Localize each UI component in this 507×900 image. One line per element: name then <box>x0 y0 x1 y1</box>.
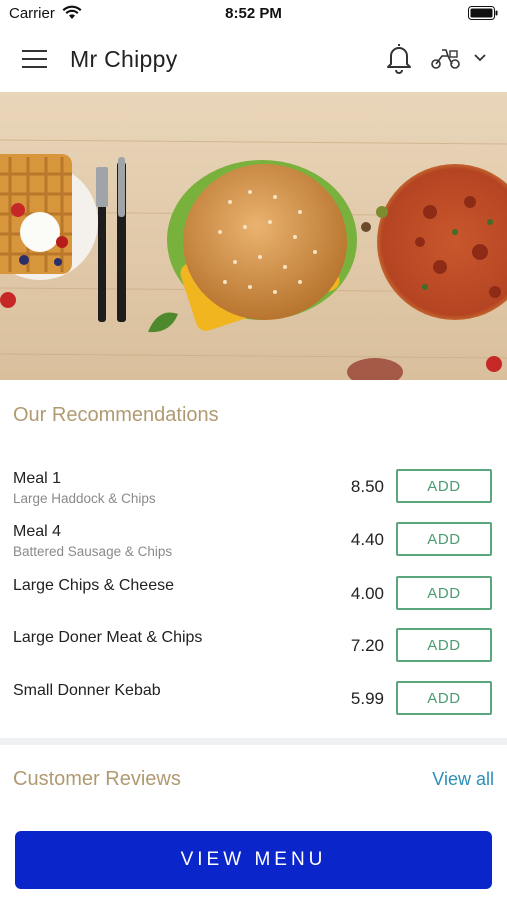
recommendations-title: Our Recommendations <box>13 404 219 426</box>
hamburger-menu-icon[interactable] <box>22 48 48 70</box>
chevron-down-icon[interactable] <box>472 52 488 64</box>
menu-item-row: Meal 1 Large Haddock & Chips 8.50 ADD <box>0 468 507 521</box>
add-button[interactable]: ADD <box>396 469 492 503</box>
item-description: Battered Sausage & Chips <box>13 544 173 559</box>
view-all-reviews-link[interactable]: View all <box>432 769 494 790</box>
item-name: Large Doner Meat & Chips <box>13 629 203 646</box>
item-price: 4.40 <box>350 530 384 549</box>
item-price: 7.20 <box>350 636 384 655</box>
add-button[interactable]: ADD <box>396 576 492 610</box>
item-price: 5.99 <box>350 689 384 708</box>
scooter-icon[interactable] <box>430 46 462 70</box>
reviews-title: Customer Reviews <box>13 768 181 790</box>
item-name: Large Chips & Cheese <box>13 577 174 594</box>
section-divider <box>0 738 507 745</box>
item-name: Meal 1 <box>13 470 62 487</box>
item-name: Meal 4 <box>13 523 62 540</box>
item-price: 4.00 <box>350 584 384 603</box>
item-name: Small Donner Kebab <box>13 682 161 699</box>
hero-food-banner <box>0 92 507 380</box>
battery-icon <box>468 6 498 20</box>
item-description: Large Haddock & Chips <box>13 491 156 506</box>
status-bar: Carrier 8:52 PM <box>0 0 507 28</box>
bell-icon[interactable] <box>385 42 413 74</box>
menu-item-row: Large Doner Meat & Chips 7.20 ADD <box>0 627 507 680</box>
view-menu-button[interactable]: VIEW MENU <box>15 831 492 889</box>
menu-item-row: Small Donner Kebab 5.99 ADD <box>0 680 507 733</box>
add-button[interactable]: ADD <box>396 522 492 556</box>
add-button[interactable]: ADD <box>396 628 492 662</box>
clock: 8:52 PM <box>225 5 282 22</box>
page-title: Mr Chippy <box>70 46 178 72</box>
item-price: 8.50 <box>350 477 384 496</box>
add-button[interactable]: ADD <box>396 681 492 715</box>
menu-item-row: Meal 4 Battered Sausage & Chips 4.40 ADD <box>0 521 507 574</box>
app-header: Mr Chippy <box>0 28 507 92</box>
menu-item-row: Large Chips & Cheese 4.00 ADD <box>0 575 507 628</box>
